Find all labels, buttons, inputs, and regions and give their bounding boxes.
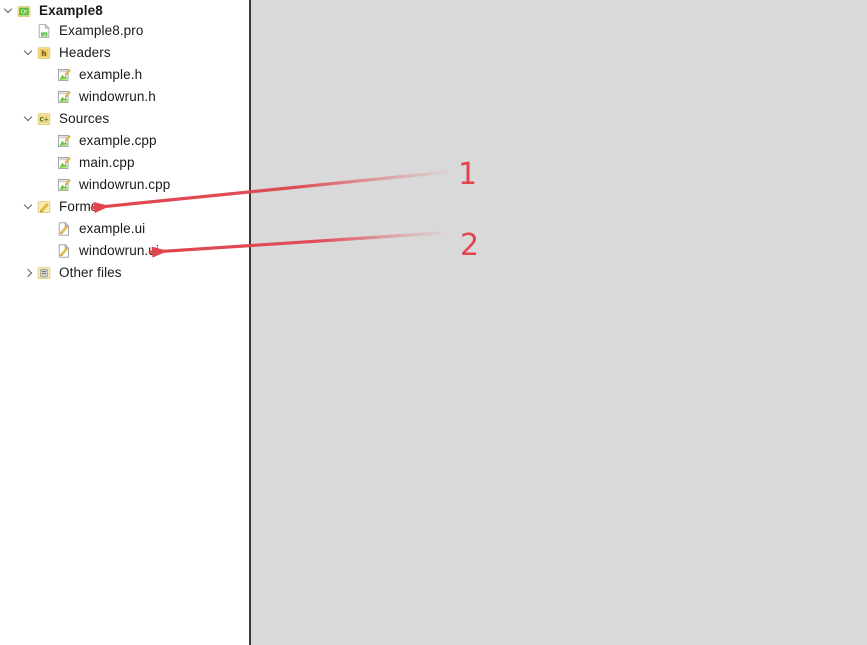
tree-item-label: example.ui [79,221,146,236]
tree-item-main-cpp[interactable]: main.cpp [0,152,135,174]
header-file-icon [56,89,72,105]
tree-item-label: Example8 [39,3,103,18]
no-expander [42,90,56,104]
tree-item-sources[interactable]: C+ Sources [0,108,109,130]
tree-item-label: Sources [59,111,110,126]
tree-item-forms[interactable]: Forms [0,196,98,218]
editor-area[interactable] [251,0,867,645]
svg-text:C+: C+ [39,118,48,124]
no-expander [42,222,56,236]
ide-window: Qt Example8 Qt Example8.pro h Headers example.… [0,0,867,645]
tree-item-label: windowrun.cpp [79,177,171,192]
svg-text:Qt: Qt [21,10,28,16]
tree-item-windowrun-h[interactable]: windowrun.h [0,86,156,108]
tree-item-windowrun-ui[interactable]: windowrun.ui [0,240,159,262]
header-file-icon [56,67,72,83]
tree-item-example8-pro[interactable]: Qt Example8.pro [0,20,144,42]
source-file-icon [56,133,72,149]
tree-item-label: main.cpp [79,155,135,170]
tree-item-headers[interactable]: h Headers [0,42,111,64]
headers-folder-icon: h [36,45,52,61]
tree-item-example-ui[interactable]: example.ui [0,218,145,240]
no-expander [22,24,36,38]
chevron-down-icon[interactable] [2,4,16,18]
tree-item-other-files[interactable]: Other files [0,262,122,284]
tree-item-label: Headers [59,45,111,60]
project-tree-panel: Qt Example8 Qt Example8.pro h Headers example.… [0,0,249,645]
no-expander [42,134,56,148]
tree-item-example-cpp[interactable]: example.cpp [0,130,157,152]
source-file-icon [56,155,72,171]
no-expander [42,244,56,258]
pro-file-icon: Qt [36,23,52,39]
tree-item-label: Forms [59,199,98,214]
no-expander [42,156,56,170]
qt-project-icon: Qt [16,3,32,19]
tree-item-label: windowrun.ui [79,243,159,258]
other-files-icon [36,265,52,281]
tree-item-label: windowrun.h [79,89,156,104]
chevron-right-icon[interactable] [22,266,36,280]
svg-text:h: h [42,50,47,58]
sources-folder-icon: C+ [36,111,52,127]
svg-text:Qt: Qt [42,32,47,37]
tree-item-example-h[interactable]: example.h [0,64,142,86]
chevron-down-icon[interactable] [22,46,36,60]
no-expander [42,68,56,82]
tree-item-example8[interactable]: Qt Example8 [0,0,103,22]
ui-file-icon [56,243,72,259]
no-expander [42,178,56,192]
tree-item-label: example.cpp [79,133,157,148]
tree-item-label: Other files [59,265,122,280]
ui-file-icon [56,221,72,237]
chevron-down-icon[interactable] [22,112,36,126]
chevron-down-icon[interactable] [22,200,36,214]
tree-item-label: example.h [79,67,143,82]
forms-folder-icon [36,199,52,215]
tree-item-windowrun-cpp[interactable]: windowrun.cpp [0,174,170,196]
source-file-icon [56,177,72,193]
tree-item-label: Example8.pro [59,23,144,38]
